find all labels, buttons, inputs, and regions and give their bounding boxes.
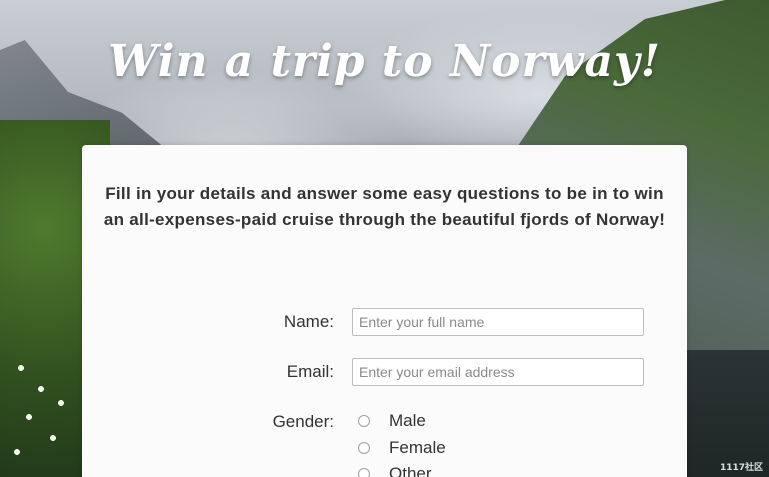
email-row: Email: xyxy=(82,358,687,388)
gender-option-male[interactable]: Male xyxy=(358,410,426,432)
page: Win a trip to Norway! Fill in your detai… xyxy=(0,0,769,477)
background-fjord-water xyxy=(679,350,769,477)
radio-label-other: Other xyxy=(389,464,432,477)
name-row: Name: xyxy=(82,308,687,338)
background-flowers xyxy=(5,340,85,477)
radio-other[interactable] xyxy=(358,468,370,477)
gender-option-female[interactable]: Female xyxy=(358,437,446,459)
gender-label: Gender: xyxy=(272,412,334,431)
radio-label-male: Male xyxy=(389,411,426,430)
page-title: Win a trip to Norway! xyxy=(108,36,661,87)
gender-option-other[interactable]: Other xyxy=(358,463,432,477)
radio-male[interactable] xyxy=(358,415,370,427)
name-input[interactable] xyxy=(352,308,644,336)
radio-female[interactable] xyxy=(358,442,370,454)
email-input[interactable] xyxy=(352,358,644,386)
signup-form-card: Fill in your details and answer some eas… xyxy=(82,145,687,477)
name-label: Name: xyxy=(283,312,334,331)
radio-label-female: Female xyxy=(389,438,446,457)
form-intro-text: Fill in your details and answer some eas… xyxy=(103,184,666,229)
email-label: Email: xyxy=(286,362,334,381)
watermark-logo: 1117社区 xyxy=(719,463,763,473)
